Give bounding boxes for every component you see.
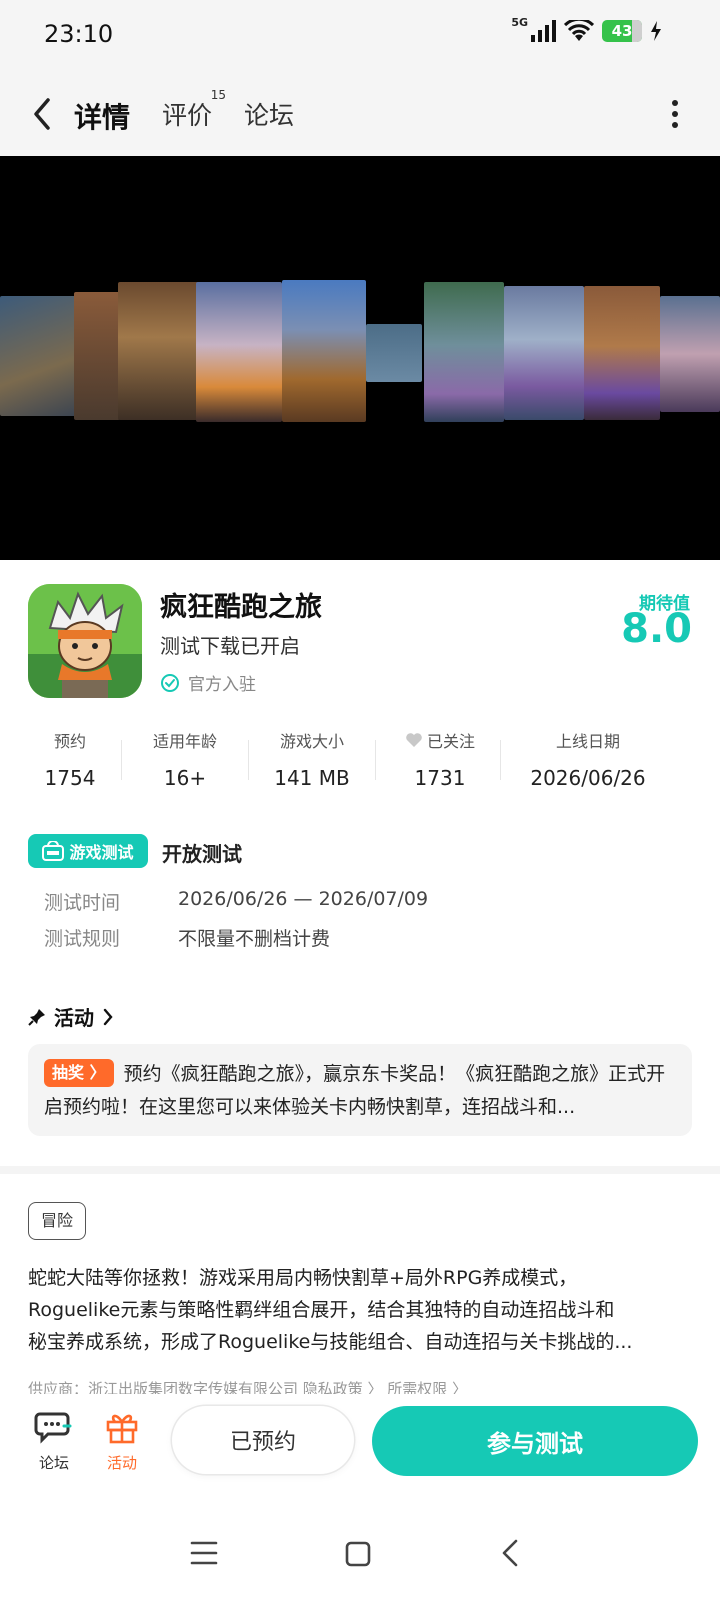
screenshot-thumb: [366, 324, 422, 382]
divider: [121, 740, 122, 780]
screenshot-banner[interactable]: [0, 156, 720, 560]
game-description[interactable]: 蛇蛇大陆等你拯救！游戏采用局内畅快割草+局外RPG养成模式， Roguelike…: [28, 1262, 698, 1358]
supplier-info[interactable]: 供应商：浙江出版集团数字传媒有限公司 隐私政策 〉 所需权限 〉: [28, 1378, 698, 1394]
system-nav-bar: [0, 1520, 720, 1601]
test-icon: [42, 841, 65, 861]
screenshot-thumb: [504, 286, 584, 420]
official-label: 官方入驻: [188, 675, 256, 695]
status-icons: 5G 43: [511, 16, 662, 42]
charging-icon: [651, 21, 661, 41]
activity-card[interactable]: 抽奖 〉预约《疯狂酷跑之旅》，赢京东卡奖品！《疯狂酷跑之旅》正式开启预约啦！在这…: [28, 1044, 692, 1136]
more-options-icon[interactable]: [670, 98, 680, 130]
game-test-badge: 游戏测试: [28, 834, 148, 868]
lottery-tag: 抽奖 〉: [44, 1059, 114, 1087]
screenshot-thumb: [282, 280, 366, 422]
network-label: 5G: [511, 15, 528, 29]
test-time-row: 测试时间 2026/06/26 — 2026/07/09: [44, 888, 429, 914]
divider: [248, 740, 249, 780]
divider: [500, 740, 501, 780]
wifi-icon: [564, 20, 594, 41]
activity-button[interactable]: 活动: [92, 1410, 152, 1473]
stat-followed[interactable]: 已关注 1731: [390, 728, 490, 790]
stat-release-date: 上线日期 2026/06/26: [530, 732, 646, 790]
activity-heading[interactable]: 活动: [28, 1002, 114, 1031]
join-test-button[interactable]: 参与测试: [372, 1406, 698, 1476]
status-time: 23:10: [44, 20, 114, 48]
battery-indicator: 43: [602, 20, 642, 42]
verified-check-icon: [161, 673, 179, 692]
signal-icon: [531, 20, 556, 42]
section-divider: [0, 1166, 720, 1174]
screenshot-thumb: [424, 282, 504, 422]
activity-text: 预约《疯狂酷跑之旅》，赢京东卡奖品！《疯狂酷跑之旅》正式开启预约啦！在这里您可以…: [44, 1063, 666, 1118]
game-subtitle: 测试下载已开启: [160, 634, 300, 658]
forum-chat-icon: [34, 1412, 72, 1444]
test-rule-row: 测试规则 不限量不删档计费: [44, 928, 331, 950]
expect-score: 8.0: [621, 606, 692, 652]
genre-tag[interactable]: 冒险: [28, 1202, 87, 1240]
divider: [375, 740, 376, 780]
screenshot-thumb: [584, 286, 660, 420]
reserved-button[interactable]: 已预约: [172, 1406, 354, 1474]
pin-icon: [28, 1008, 45, 1026]
screenshot-thumb: [660, 296, 720, 412]
menu-icon[interactable]: [190, 1540, 218, 1566]
stat-size: 游戏大小 141 MB: [274, 732, 350, 790]
game-icon: [28, 584, 142, 698]
tab-detail[interactable]: 详情: [72, 96, 133, 136]
screenshot-thumb: [196, 282, 282, 422]
test-type: 开放测试: [162, 842, 242, 866]
review-count: 15: [210, 88, 227, 102]
screenshot-thumb: [74, 292, 120, 420]
gift-icon: [106, 1414, 138, 1444]
screenshot-thumb: [118, 282, 200, 420]
stat-age: 适用年龄 16+: [152, 732, 217, 790]
top-nav: 详情 评价 15 论坛: [0, 72, 720, 156]
tab-review[interactable]: 评价 15: [162, 88, 226, 132]
status-bar: 23:10 5G 43: [0, 0, 720, 72]
stats-row: 预约 1754 适用年龄 16+ 游戏大小 141 MB 已关注 1731 上线日期 2…: [0, 728, 720, 798]
back-nav-icon[interactable]: [500, 1538, 520, 1568]
bottom-action-bar: 论坛 活动 已预约 参与测试: [0, 1394, 720, 1494]
home-icon[interactable]: [344, 1540, 372, 1568]
chevron-right-icon: [103, 1008, 113, 1025]
heart-icon: [406, 733, 422, 747]
forum-button[interactable]: 论坛: [24, 1410, 84, 1473]
back-arrow-icon[interactable]: [28, 94, 58, 134]
stat-reservations: 预约 1754: [44, 732, 96, 790]
official-badge: 官方入驻: [160, 670, 256, 695]
tab-forum[interactable]: 论坛: [244, 96, 294, 132]
game-title: 疯狂酷跑之旅: [160, 592, 322, 623]
